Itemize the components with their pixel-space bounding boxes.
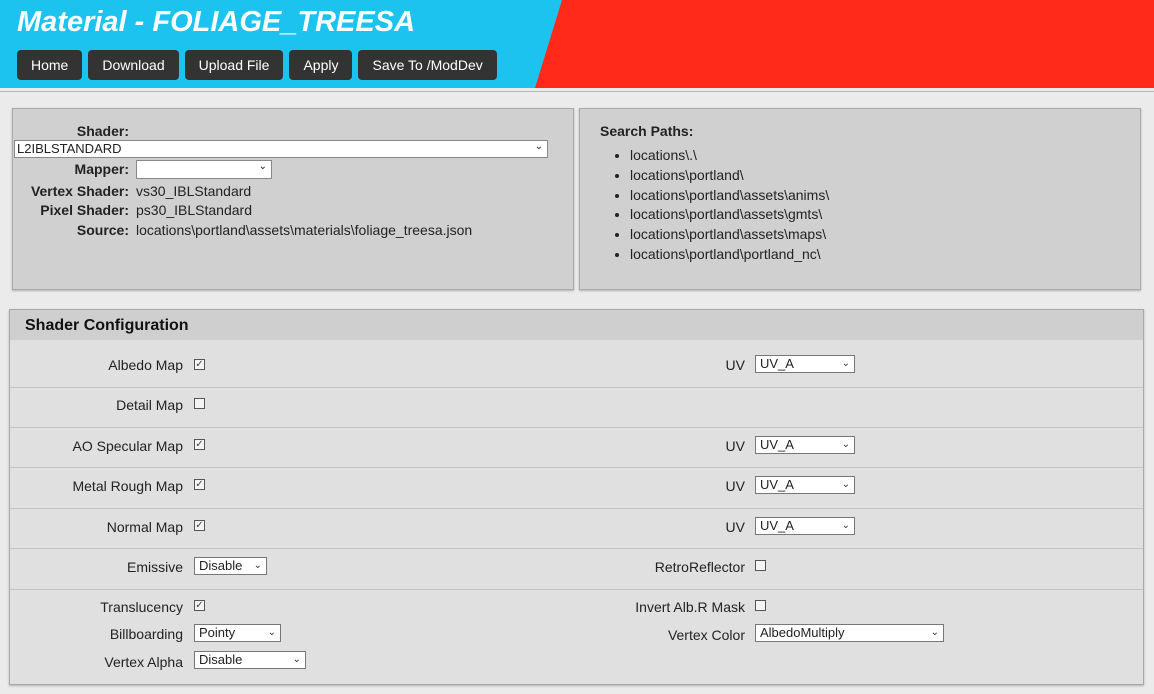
chevron-down-icon: ⌄ — [841, 520, 850, 531]
albedo-uv-value: UV_A — [760, 356, 794, 371]
vertex-shader-label: Vertex Shader: — [30, 183, 129, 199]
search-paths-list: locations\.\ locations\portland\ locatio… — [612, 146, 829, 265]
misc-options-row: Translucency ✓ Invert Alb.R Mask Billboa… — [10, 590, 1143, 680]
ao-uv-select[interactable]: UV_A ⌄ — [755, 436, 855, 454]
search-path-item: locations\portland\assets\maps\ — [630, 225, 829, 245]
ao-uv-label: UV — [725, 438, 745, 454]
search-path-item: locations\portland\ — [630, 166, 829, 186]
metal-uv-label: UV — [725, 478, 745, 494]
detail-map-row: Detail Map — [10, 388, 1143, 428]
chevron-down-icon: ⌄ — [292, 654, 301, 665]
normal-uv-value: UV_A — [760, 518, 794, 533]
pixel-shader-label: Pixel Shader: — [40, 202, 129, 218]
chevron-down-icon: ⌄ — [258, 161, 267, 172]
normal-map-row: Normal Map ✓ UV UV_A ⌄ — [10, 509, 1143, 549]
search-path-item: locations\portland\assets\gmts\ — [630, 205, 829, 225]
vertex-shader-value: vs30_IBLStandard — [136, 183, 252, 199]
shader-select-value: L2IBLSTANDARD — [17, 141, 122, 156]
chevron-down-icon: ⌄ — [841, 479, 850, 490]
mapper-select[interactable]: ⌄ — [136, 160, 272, 179]
metal-rough-map-row: Metal Rough Map ✓ UV UV_A ⌄ — [10, 468, 1143, 509]
shader-label: Shader: — [76, 123, 129, 139]
download-button[interactable]: Download — [88, 50, 179, 80]
retroreflector-label: RetroReflector — [654, 559, 745, 575]
search-paths-title: Search Paths: — [600, 123, 694, 139]
chevron-down-icon: ⌄ — [841, 439, 850, 450]
shader-configuration-title: Shader Configuration — [10, 310, 1143, 340]
nav-bar: Home Download Upload File Apply Save To … — [17, 50, 497, 80]
vertex-alpha-value: Disable — [199, 652, 243, 667]
emissive-row: Emissive Disable ⌄ RetroReflector — [10, 549, 1143, 590]
vertex-alpha-select[interactable]: Disable ⌄ — [194, 651, 306, 669]
albedo-uv-select[interactable]: UV_A ⌄ — [755, 355, 855, 373]
page-title: Material - FOLIAGE_TREESA — [17, 6, 416, 38]
metal-uv-value: UV_A — [760, 477, 794, 492]
save-to-moddev-button[interactable]: Save To /ModDev — [358, 50, 497, 80]
search-paths-panel: Search Paths: locations\.\ locations\por… — [579, 108, 1141, 290]
search-path-item: locations\.\ — [630, 146, 829, 166]
vertex-alpha-label: Vertex Alpha — [104, 654, 183, 670]
vertex-color-value: AlbedoMultiply — [760, 625, 845, 640]
albedo-map-row: Albedo Map ✓ UV UV_A ⌄ — [10, 340, 1143, 388]
upload-file-button[interactable]: Upload File — [184, 50, 284, 80]
chevron-down-icon: ⌄ — [534, 141, 543, 152]
pixel-shader-value: ps30_IBLStandard — [136, 202, 252, 218]
shader-configuration-panel: Shader Configuration Albedo Map ✓ UV UV_… — [9, 309, 1144, 685]
vertex-color-select[interactable]: AlbedoMultiply ⌄ — [755, 624, 944, 642]
retroreflector-checkbox[interactable] — [755, 560, 766, 571]
chevron-down-icon: ⌄ — [930, 627, 939, 638]
chevron-down-icon: ⌄ — [841, 358, 850, 369]
invert-alb-r-mask-label: Invert Alb.R Mask — [635, 599, 745, 615]
vertex-color-label: Vertex Color — [667, 627, 745, 643]
normal-uv-select[interactable]: UV_A ⌄ — [755, 517, 855, 535]
shader-panel: Shader: L2IBLSTANDARD ⌄ Mapper: ⌄ Vertex… — [12, 108, 574, 290]
detail-map-label: Detail Map — [116, 397, 183, 413]
source-label: Source: — [76, 222, 129, 238]
invert-alb-r-mask-checkbox[interactable] — [755, 600, 766, 611]
search-path-item: locations\portland\assets\anims\ — [630, 186, 829, 206]
mapper-label: Mapper: — [74, 161, 129, 177]
detail-map-checkbox[interactable] — [194, 398, 205, 409]
apply-button[interactable]: Apply — [289, 50, 353, 80]
ao-specular-map-row: AO Specular Map ✓ UV UV_A ⌄ — [10, 428, 1143, 468]
search-path-item: locations\portland\portland_nc\ — [630, 245, 829, 265]
ao-uv-value: UV_A — [760, 437, 794, 452]
metal-uv-select[interactable]: UV_A ⌄ — [755, 476, 855, 494]
home-button[interactable]: Home — [17, 50, 83, 80]
source-value: locations\portland\assets\materials\foli… — [136, 222, 473, 238]
shader-select[interactable]: L2IBLSTANDARD ⌄ — [14, 140, 548, 158]
header-divider — [0, 91, 1154, 92]
normal-uv-label: UV — [725, 519, 745, 535]
header-bar: Material - FOLIAGE_TREESA Home Download … — [0, 0, 1154, 88]
albedo-uv-label: UV — [725, 357, 745, 373]
